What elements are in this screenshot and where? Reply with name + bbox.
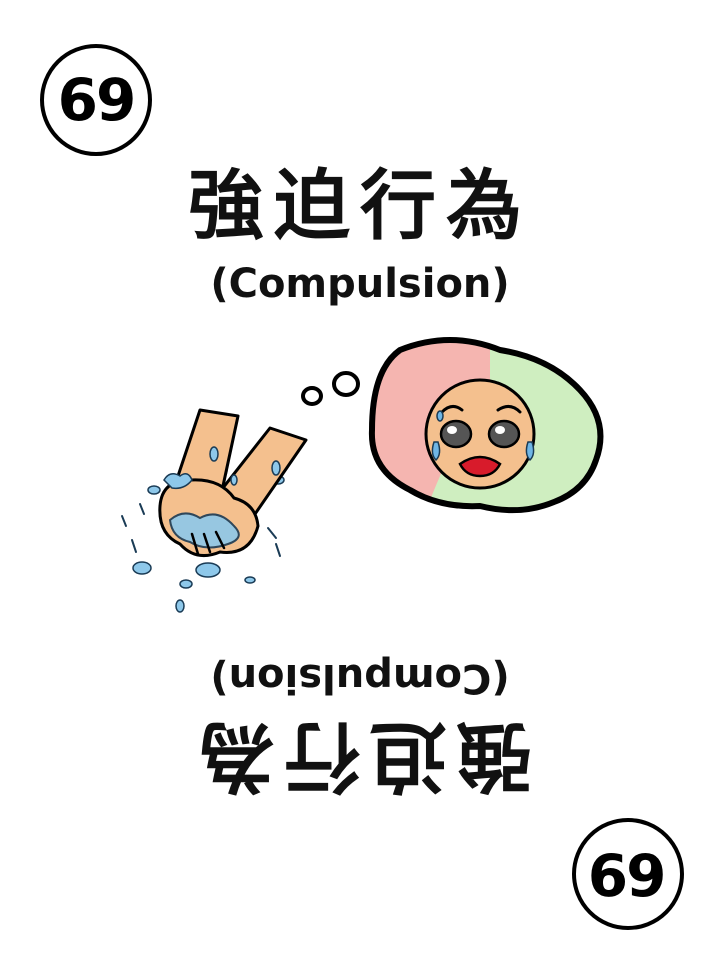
card: 69 強迫行為 (Compulsion) 強迫行為 (Compulsion) 6… [0, 0, 720, 960]
thought-dots-icon [301, 371, 360, 406]
title-block-top: 強迫行為 (Compulsion) [60, 160, 660, 312]
crying-face-icon [424, 378, 536, 490]
title-english: (Compulsion) [210, 261, 510, 307]
title-english-inverted: (Compulsion) [210, 655, 510, 701]
card-number: 69 [57, 66, 137, 134]
card-number-badge-bottom: 69 [572, 818, 684, 930]
title-chinese: 強迫行為 [188, 161, 532, 250]
title-block-bottom-inverted: 強迫行為 (Compulsion) [60, 650, 660, 802]
washing-hands-icon [121, 408, 308, 613]
illustration [121, 337, 604, 613]
card-number-inverted: 69 [589, 840, 667, 908]
thought-bubble-icon [368, 337, 604, 514]
card-number-badge-top: 69 [40, 44, 152, 156]
title-chinese-inverted: 強迫行為 [188, 712, 532, 801]
